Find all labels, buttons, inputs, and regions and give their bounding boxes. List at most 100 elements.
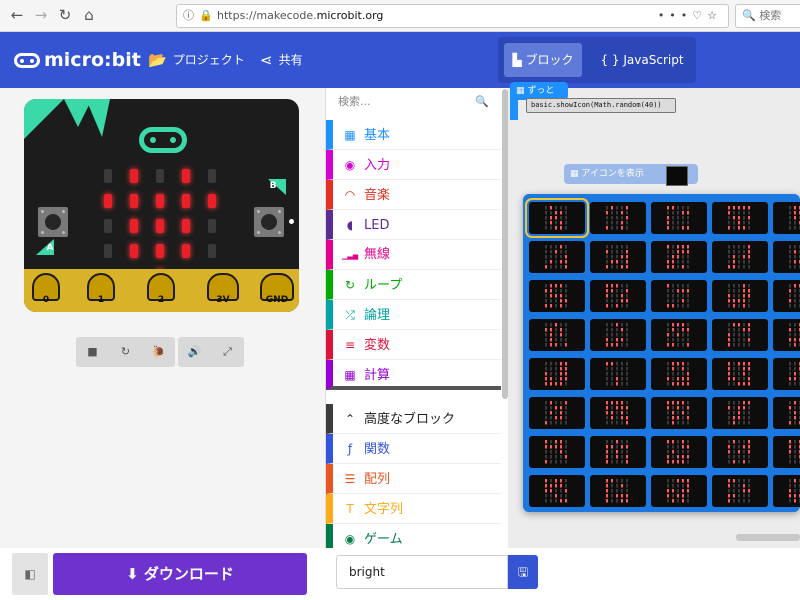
- icon-option[interactable]: [529, 397, 585, 429]
- pin-1[interactable]: 1: [87, 273, 115, 305]
- footer-bar: ◧ ⬇ ダウンロード 🖫: [0, 548, 800, 600]
- download-button[interactable]: ⬇ ダウンロード: [53, 553, 307, 595]
- workspace-scrollbar[interactable]: [736, 534, 800, 541]
- led: [182, 244, 190, 258]
- icon-option[interactable]: [590, 358, 646, 390]
- category-12[interactable]: ☰ 配列: [326, 464, 501, 494]
- icon-option[interactable]: [651, 280, 707, 312]
- icon-option[interactable]: [773, 397, 800, 429]
- icon-option[interactable]: [529, 358, 585, 390]
- blocks-workspace[interactable]: ▦ ずっと basic.showIcon(Math.random(40)) ▦ …: [508, 82, 800, 548]
- icon-option[interactable]: [590, 241, 646, 273]
- button-a[interactable]: [38, 207, 68, 237]
- icon-option[interactable]: [712, 202, 768, 234]
- fullscreen-icon[interactable]: ⤢: [211, 337, 244, 367]
- back-icon[interactable]: ←: [6, 4, 28, 26]
- icon-option[interactable]: [651, 319, 707, 351]
- pin-2[interactable]: 2: [147, 273, 175, 305]
- icon-option[interactable]: [529, 319, 585, 351]
- category-10[interactable]: ⌃ 高度なブロック: [326, 404, 501, 434]
- icon-option[interactable]: [651, 202, 707, 234]
- projects-menu[interactable]: 📂 プロジェクト: [148, 50, 245, 70]
- icon-option[interactable]: [529, 475, 585, 507]
- category-2[interactable]: ◉ 入力: [326, 150, 501, 180]
- category-1[interactable]: ▦ 基本: [326, 120, 501, 150]
- icon-option[interactable]: [651, 241, 707, 273]
- collapse-simulator-button[interactable]: ◧: [12, 553, 48, 595]
- category-13[interactable]: T 文字列: [326, 494, 501, 524]
- icon-option[interactable]: [773, 436, 800, 468]
- icon-option[interactable]: [529, 436, 585, 468]
- icon-option[interactable]: [773, 475, 800, 507]
- icon-option[interactable]: [529, 241, 585, 273]
- puzzle-icon: ▙: [512, 53, 526, 67]
- show-icon-block[interactable]: ▦ アイコンを表示: [564, 164, 698, 186]
- icon-option[interactable]: [712, 319, 768, 351]
- icon-option[interactable]: [712, 358, 768, 390]
- text-icon: T: [346, 502, 354, 516]
- project-name-input[interactable]: [336, 555, 508, 589]
- stop-icon[interactable]: ■: [76, 337, 109, 367]
- toolbox-search[interactable]: 検索... 🔍: [326, 88, 501, 116]
- url-text: https://makecode.microbit.org: [217, 9, 384, 22]
- address-bar[interactable]: ⓘ 🔒 https://makecode.microbit.org •••♡☆: [176, 4, 729, 28]
- info-icon[interactable]: ⓘ: [183, 5, 194, 27]
- led: [104, 169, 112, 183]
- category-8[interactable]: ≡ 変数: [326, 330, 501, 360]
- grid-icon: ▦: [570, 169, 582, 179]
- icon-option[interactable]: [712, 397, 768, 429]
- save-button[interactable]: 🖫: [508, 555, 538, 589]
- category-6[interactable]: ↻ ループ: [326, 270, 501, 300]
- search-icon: 🔍: [475, 95, 489, 108]
- icon-option[interactable]: [712, 475, 768, 507]
- icon-option[interactable]: [590, 202, 646, 234]
- reload-icon[interactable]: ↻: [54, 4, 76, 26]
- led: [104, 244, 112, 258]
- icon-option[interactable]: [590, 436, 646, 468]
- microbit-logo[interactable]: micro:bit: [14, 47, 141, 73]
- icon-option[interactable]: [651, 475, 707, 507]
- pin-3v[interactable]: 3V: [207, 273, 239, 305]
- face-logo-icon: [139, 127, 187, 153]
- icon-option[interactable]: [651, 436, 707, 468]
- app-header: micro:bit 📂 プロジェクト ⋖ 共有 ▙ ブロック { } JavaScr…: [0, 32, 800, 88]
- pin-0[interactable]: 0: [32, 273, 60, 305]
- icon-option[interactable]: [712, 280, 768, 312]
- icon-option[interactable]: [529, 280, 585, 312]
- category-9[interactable]: ▦ 計算: [326, 360, 501, 390]
- category-3[interactable]: ◠ 音楽: [326, 180, 501, 210]
- icon-option[interactable]: [773, 202, 800, 234]
- browser-search[interactable]: 🔍 検索: [735, 4, 800, 28]
- slow-motion-icon[interactable]: 🐌: [142, 337, 175, 367]
- forever-block[interactable]: ▦ ずっと basic.showIcon(Math.random(40)): [510, 82, 676, 120]
- category-label: 変数: [364, 338, 391, 353]
- restart-icon[interactable]: ↻: [109, 337, 142, 367]
- tab-blocks[interactable]: ▙ ブロック: [504, 43, 582, 77]
- icon-option[interactable]: [590, 280, 646, 312]
- page-actions[interactable]: •••♡☆: [658, 5, 722, 27]
- category-7[interactable]: ⤮ 論理: [326, 300, 501, 330]
- icon-option[interactable]: [773, 358, 800, 390]
- icon-dropdown[interactable]: [666, 166, 688, 186]
- share-menu[interactable]: ⋖ 共有: [260, 50, 303, 70]
- icon-option[interactable]: [590, 475, 646, 507]
- button-b[interactable]: [254, 207, 284, 237]
- icon-option[interactable]: [651, 397, 707, 429]
- icon-option[interactable]: [590, 397, 646, 429]
- icon-option[interactable]: [651, 358, 707, 390]
- tab-javascript[interactable]: { } JavaScript: [594, 43, 690, 77]
- forward-icon[interactable]: →: [30, 4, 52, 26]
- icon-option[interactable]: [712, 241, 768, 273]
- pin-gnd[interactable]: GND: [260, 273, 294, 305]
- icon-option[interactable]: [773, 280, 800, 312]
- icon-option[interactable]: [525, 198, 589, 238]
- category-5[interactable]: ▁▃▅ 無線: [326, 240, 501, 270]
- icon-option[interactable]: [773, 319, 800, 351]
- icon-option[interactable]: [773, 241, 800, 273]
- category-11[interactable]: ƒ 関数: [326, 434, 501, 464]
- audio-icon[interactable]: 🔊: [178, 337, 211, 367]
- home-icon[interactable]: ⌂: [78, 4, 100, 26]
- icon-option[interactable]: [590, 319, 646, 351]
- icon-option[interactable]: [712, 436, 768, 468]
- category-4[interactable]: ◖ LED: [326, 210, 501, 240]
